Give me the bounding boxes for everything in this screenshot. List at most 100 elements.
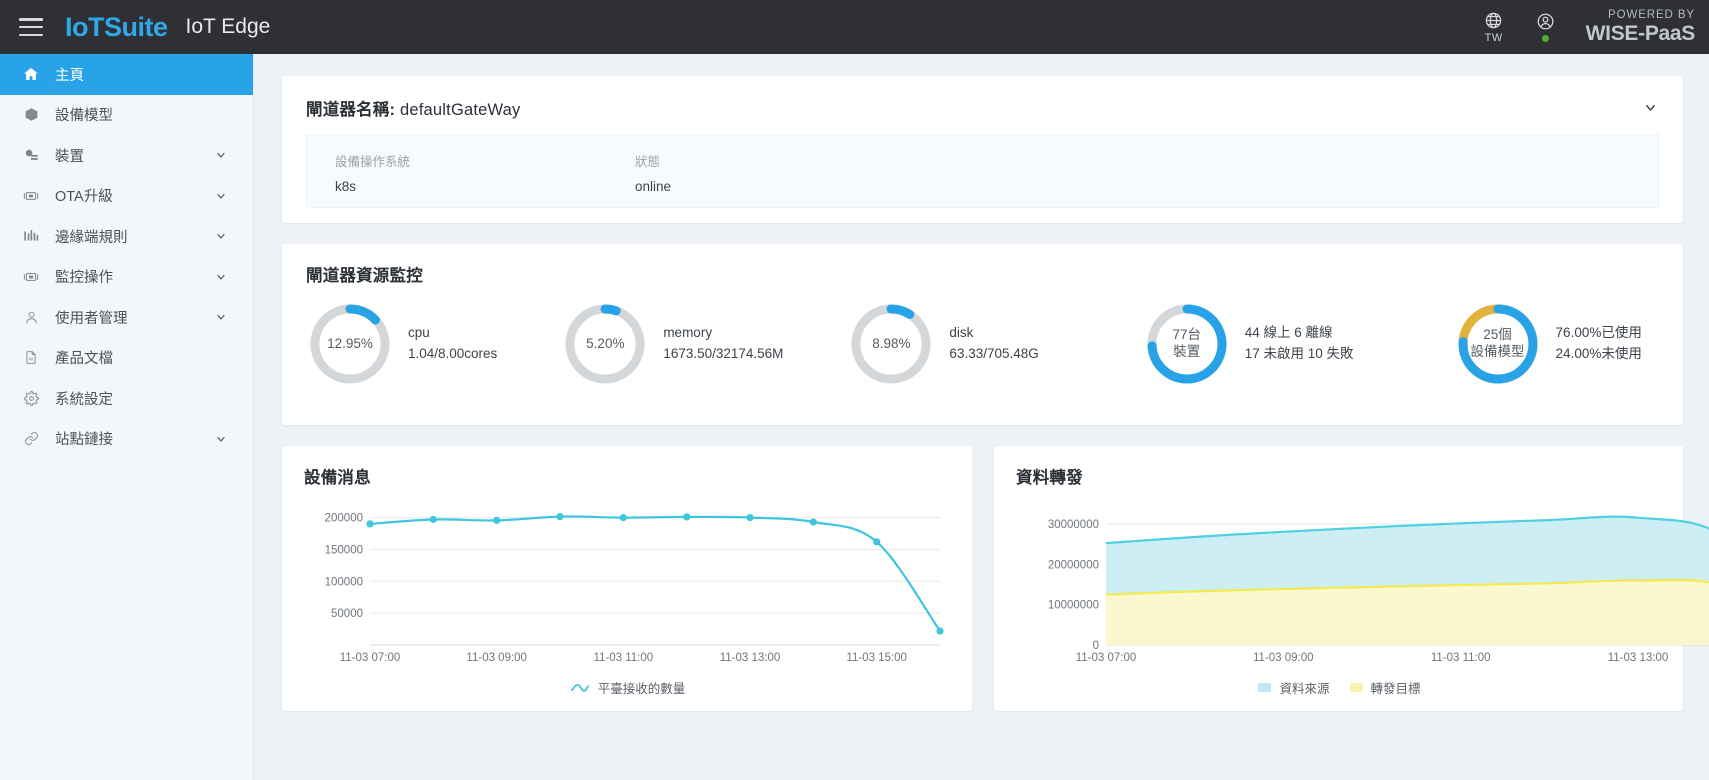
sidebar-item-6[interactable]: 監控操作	[0, 257, 253, 298]
legend-label: 平臺接收的數量	[598, 678, 686, 697]
sidebar-item-2[interactable]: 設備模型	[0, 95, 253, 136]
svg-text:100000: 100000	[325, 576, 363, 588]
globe-icon	[1484, 11, 1503, 30]
link-icon	[20, 431, 42, 446]
main-content: 閘道器名稱: defaultGateWay 設備操作系統 k8s 狀態 onli…	[254, 54, 1709, 780]
sidebar-item-label: 使用者管理	[55, 307, 215, 328]
gateway-detail-panel: 設備操作系統 k8s 狀態 online	[306, 134, 1659, 208]
sidebar-item-8[interactable]: W 產品文檔	[0, 338, 253, 379]
sidebar-item-1[interactable]: 主頁	[0, 54, 253, 95]
gateway-field-status: 狀態 online	[635, 151, 935, 194]
cube-icon	[20, 107, 42, 122]
app-subtitle: IoT Edge	[186, 15, 271, 39]
svg-text:200000: 200000	[325, 513, 363, 525]
gauge-label-line: 24.00%未使用	[1556, 344, 1642, 365]
gauge-label: memory1673.50/32174.56M	[663, 323, 783, 365]
chevron-down-icon[interactable]	[215, 190, 227, 202]
sidebar-item-7[interactable]: 使用者管理	[0, 297, 253, 338]
devices-gauge: 77台裝置44 線上 6 離線17 未啟用 10 失敗	[1143, 300, 1354, 388]
user-circle-icon	[1536, 12, 1555, 31]
svg-text:50000: 50000	[331, 608, 363, 620]
series-swatch-icon	[1258, 683, 1271, 692]
donut-ring: 12.95%	[306, 300, 394, 388]
chevron-down-icon[interactable]	[215, 271, 227, 283]
svg-text:11-03 07:00: 11-03 07:00	[1076, 652, 1137, 664]
legend-label: 資料來源	[1279, 678, 1329, 697]
field-label: 狀態	[635, 151, 935, 170]
sidebar-item-5[interactable]: 邊緣端規則	[0, 216, 253, 257]
device-messages-plot: 5000010000015000020000011-03 07:0011-03 …	[304, 496, 952, 676]
gear-icon	[20, 391, 42, 406]
sidebar-item-label: 系統設定	[55, 388, 253, 409]
app-header: IoTSuite IoT Edge TW	[0, 0, 1709, 54]
chart-legend: 資料來源 轉發目標	[1016, 678, 1663, 697]
chevron-down-icon[interactable]	[1641, 98, 1659, 116]
sidebar-item-label: 邊緣端規則	[55, 226, 215, 247]
gauge-row: 12.95% cpu1.04/8.00cores 5.20% memory1673.5…	[306, 300, 1659, 388]
status-badge	[1542, 35, 1549, 42]
svg-text:11-03 13:00: 11-03 13:00	[1608, 652, 1669, 664]
svg-text:11-03 11:00: 11-03 11:00	[1431, 652, 1491, 664]
legend-item[interactable]: 資料來源	[1258, 678, 1329, 697]
sidebar-item-3[interactable]: 裝置	[0, 135, 253, 176]
gauge-label: cpu1.04/8.00cores	[408, 323, 497, 365]
field-label: 設備操作系統	[335, 151, 635, 170]
header-actions: TW POWERED BY WISE-PaaS	[1468, 0, 1709, 54]
gauge-label-line: cpu	[408, 323, 497, 344]
field-value: k8s	[335, 179, 635, 194]
language-switcher[interactable]: TW	[1468, 0, 1520, 54]
gateway-title-prefix: 閘道器名稱:	[306, 101, 395, 119]
powered-by-logo: POWERED BY WISE-PaaS	[1586, 10, 1695, 45]
svg-text:0: 0	[1093, 640, 1099, 652]
sidebar-item-label: 產品文檔	[55, 347, 253, 368]
chevron-down-icon[interactable]	[215, 433, 227, 445]
chart-title: 資料轉發	[1016, 464, 1663, 488]
data-forwarding-card: 資料轉發 010000000200000003000000011-03 07:0…	[994, 446, 1683, 711]
gauge-label-line: memory	[663, 323, 783, 344]
chevron-down-icon[interactable]	[215, 149, 227, 161]
sidebar-item-label: 站點鏈接	[55, 428, 215, 449]
svg-text:30000000: 30000000	[1048, 519, 1099, 531]
svg-text:11-03 11:00: 11-03 11:00	[593, 652, 653, 664]
gauge-label: 44 線上 6 離線17 未啟用 10 失敗	[1245, 323, 1354, 365]
sidebar-item-label: 裝置	[55, 145, 215, 166]
gateway-field-os: 設備操作系統 k8s	[335, 151, 635, 194]
chart-title: 設備消息	[304, 464, 952, 488]
data-forwarding-plot: 010000000200000003000000011-03 07:0011-0…	[1016, 496, 1663, 676]
gauge-label-line: 76.00%已使用	[1556, 323, 1642, 344]
donut-ring: 5.20%	[561, 300, 649, 388]
gateway-name: defaultGateWay	[400, 101, 521, 119]
hamburger-icon[interactable]	[19, 18, 43, 36]
powered-by-brand: WISE-PaaS	[1586, 23, 1695, 44]
svg-text:10000000: 10000000	[1048, 600, 1099, 612]
chevron-down-icon[interactable]	[215, 230, 227, 242]
gateway-info-card: 閘道器名稱: defaultGateWay 設備操作系統 k8s 狀態 onli…	[282, 76, 1683, 223]
sidebar-item-4[interactable]: OTA升級	[0, 176, 253, 217]
device-models-gauge: 25個設備模型76.00%已使用24.00%未使用	[1454, 300, 1642, 388]
sidebar-item-10[interactable]: 站點鏈接	[0, 419, 253, 460]
field-value: online	[635, 179, 935, 194]
legend-item[interactable]: 轉發目標	[1350, 678, 1421, 697]
device-messages-card: 設備消息 5000010000015000020000011-03 07:001…	[282, 446, 972, 711]
svg-text:W: W	[29, 357, 34, 362]
user-icon	[20, 310, 42, 325]
home-icon	[20, 66, 42, 82]
app-brand: IoTSuite	[65, 14, 168, 41]
language-label: TW	[1485, 32, 1503, 44]
module-icon	[20, 188, 42, 204]
legend-item[interactable]: 平臺接收的數量	[571, 678, 686, 697]
donut-ring: 8.98%	[847, 300, 935, 388]
svg-text:11-03 09:00: 11-03 09:00	[466, 652, 527, 664]
gauge-label: 76.00%已使用24.00%未使用	[1556, 323, 1642, 365]
account-menu[interactable]	[1520, 0, 1572, 54]
gauge-label: disk63.33/705.48G	[949, 323, 1038, 365]
line-swatch-icon	[571, 683, 589, 693]
sidebar-item-9[interactable]: 系統設定	[0, 378, 253, 419]
memory-gauge: 5.20% memory1673.50/32174.56M	[561, 300, 783, 388]
chevron-down-icon[interactable]	[215, 311, 227, 323]
svg-text:11-03 15:00: 11-03 15:00	[846, 652, 907, 664]
module-icon	[20, 269, 42, 285]
svg-text:150000: 150000	[325, 544, 363, 556]
device-icon	[20, 148, 42, 163]
svg-text:11-03 09:00: 11-03 09:00	[1253, 652, 1314, 664]
